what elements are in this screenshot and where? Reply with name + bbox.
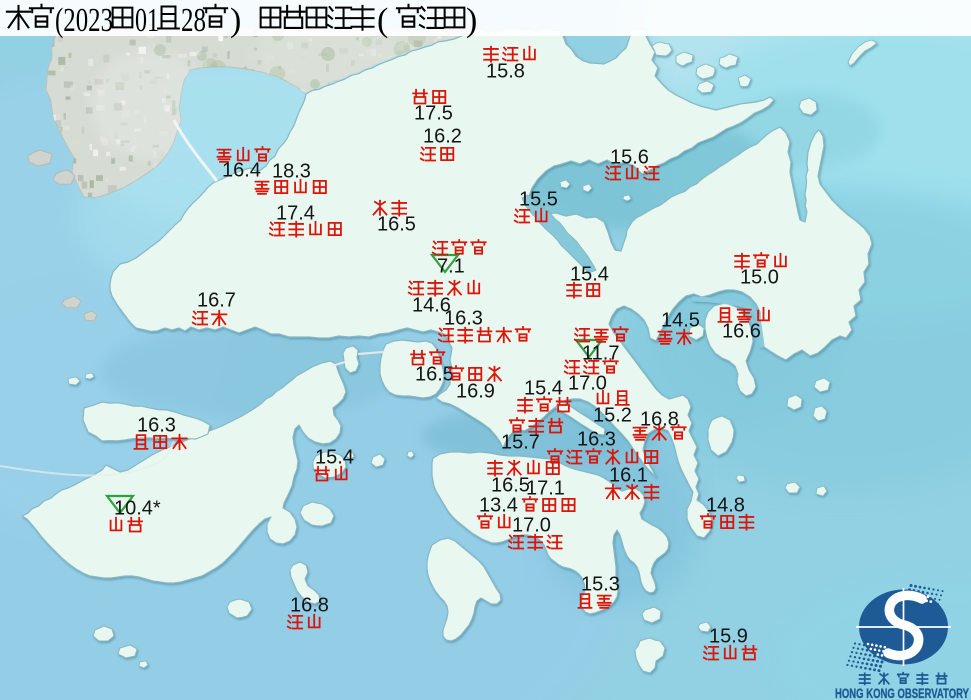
svg-text:): ) <box>230 2 241 39</box>
svg-text:16.1: 16.1 <box>609 465 648 487</box>
svg-text:14.5: 14.5 <box>661 310 700 332</box>
svg-text:15.6: 15.6 <box>610 147 649 169</box>
svg-text:15.8: 15.8 <box>486 61 525 83</box>
svg-text:15.4: 15.4 <box>570 264 609 286</box>
svg-text:HONG KONG OBSERVATORY: HONG KONG OBSERVATORY <box>835 686 969 700</box>
svg-text:17.0: 17.0 <box>568 373 607 395</box>
svg-text:17.1: 17.1 <box>526 478 565 500</box>
svg-text:16.3: 16.3 <box>137 415 176 437</box>
svg-text:17.5: 17.5 <box>414 103 453 125</box>
svg-text:28: 28 <box>181 2 206 39</box>
svg-text:15.2: 15.2 <box>593 405 632 427</box>
svg-text:13.4: 13.4 <box>479 495 518 517</box>
svg-text:10.4*: 10.4* <box>114 498 161 520</box>
svg-text:16.5: 16.5 <box>377 214 416 236</box>
svg-text:15.5: 15.5 <box>519 189 558 211</box>
svg-text:15.4: 15.4 <box>524 378 563 400</box>
svg-text:16.5: 16.5 <box>415 364 454 386</box>
svg-text:16.3: 16.3 <box>577 429 616 451</box>
svg-text:16.7: 16.7 <box>197 290 236 312</box>
svg-text:(: ( <box>377 2 388 39</box>
svg-text:): ) <box>466 2 477 39</box>
svg-text:(2023: (2023 <box>55 2 113 39</box>
svg-text:17.0: 17.0 <box>512 515 551 537</box>
svg-text:15.9: 15.9 <box>709 626 748 648</box>
svg-text:16.8: 16.8 <box>640 409 679 431</box>
svg-text:16.4: 16.4 <box>222 160 261 182</box>
svg-text:16.9: 16.9 <box>456 381 495 403</box>
svg-text:16.2: 16.2 <box>423 126 462 148</box>
svg-text:18.3: 18.3 <box>272 161 311 183</box>
svg-text:7.1: 7.1 <box>437 256 465 278</box>
svg-text:16.5: 16.5 <box>491 475 530 497</box>
svg-text:14.8: 14.8 <box>706 495 745 517</box>
svg-text:16.6: 16.6 <box>722 321 761 343</box>
svg-text:17.4: 17.4 <box>276 203 315 225</box>
svg-text:01: 01 <box>135 2 159 39</box>
svg-text:16.8: 16.8 <box>290 595 329 617</box>
svg-text:16.3: 16.3 <box>444 308 483 330</box>
svg-text:15.4: 15.4 <box>315 447 354 469</box>
svg-text:15.3: 15.3 <box>581 574 620 596</box>
svg-text:15.0: 15.0 <box>740 267 779 289</box>
svg-text:15.7: 15.7 <box>501 432 540 454</box>
